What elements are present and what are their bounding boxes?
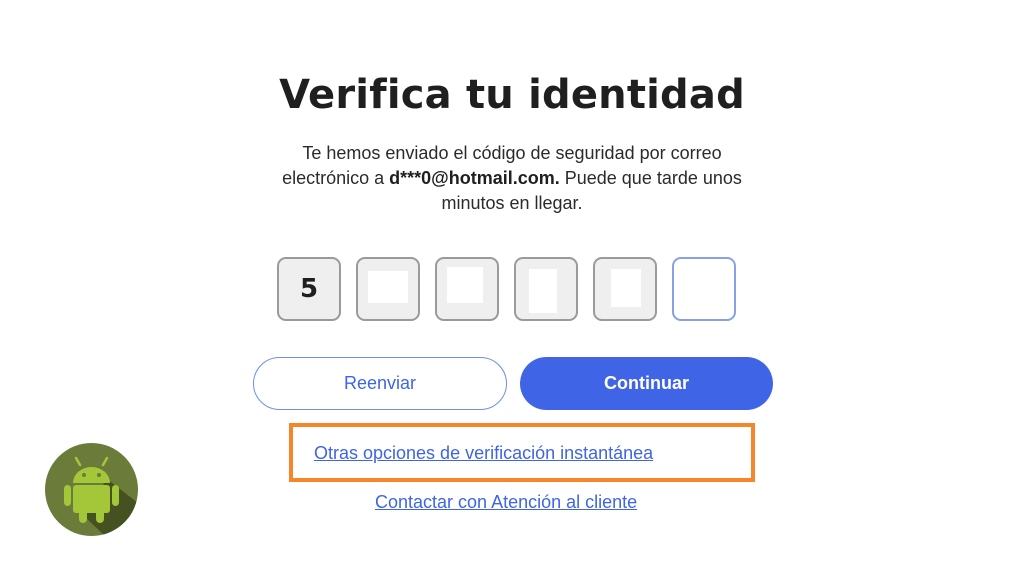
- code-digit-3[interactable]: [435, 257, 499, 321]
- resend-button[interactable]: Reenviar: [253, 357, 507, 410]
- code-digit-6[interactable]: [672, 257, 736, 321]
- contact-support-link[interactable]: Contactar con Atención al cliente: [375, 492, 637, 513]
- redaction-block: [447, 267, 483, 303]
- verification-page: Verifica tu identidad Te hemos enviado e…: [0, 0, 1024, 576]
- android-icon: [45, 443, 138, 536]
- other-verification-options-link[interactable]: Otras opciones de verificación instantán…: [314, 443, 653, 464]
- continue-button[interactable]: Continuar: [520, 357, 773, 410]
- page-title: Verifica tu identidad: [279, 72, 745, 118]
- redaction-block: [529, 269, 557, 313]
- code-digit-4[interactable]: [514, 257, 578, 321]
- redaction-block: [368, 271, 408, 303]
- code-digit-2[interactable]: [356, 257, 420, 321]
- code-digit-1[interactable]: 5: [277, 257, 341, 321]
- verification-message: Te hemos enviado el código de seguridad …: [262, 141, 762, 216]
- security-code-inputs: 5: [277, 257, 736, 321]
- code-digit-5[interactable]: [593, 257, 657, 321]
- masked-email: d***0@hotmail.com.: [389, 168, 560, 188]
- redaction-block: [611, 269, 641, 307]
